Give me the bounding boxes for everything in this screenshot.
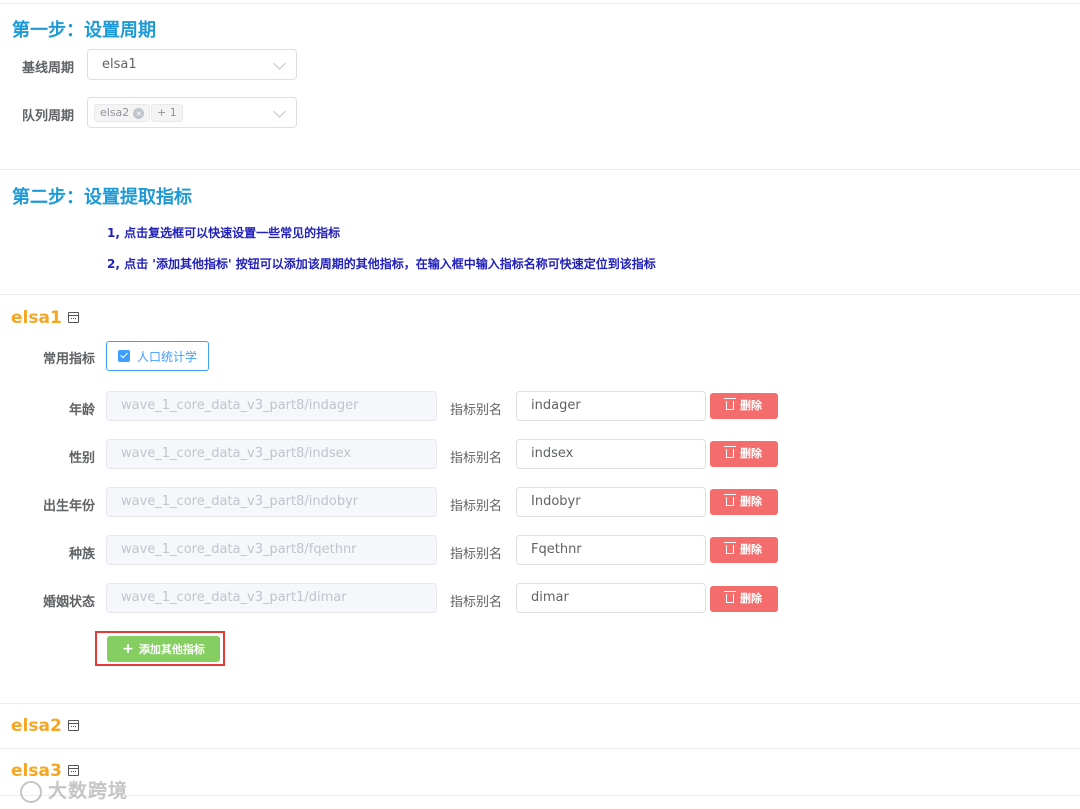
queue-select[interactable]: elsa2 × + 1	[87, 97, 297, 128]
queue-tag: elsa2 ×	[94, 104, 151, 122]
metric-label: 婚姻状态	[42, 595, 95, 610]
delete-button[interactable]: 删除	[710, 489, 778, 515]
demographics-checkbox-label: 人口统计学	[137, 350, 198, 364]
add-metric-button[interactable]: + 添加其他指标	[107, 636, 220, 662]
alias-input[interactable]: Indobyr	[516, 487, 706, 517]
baseline-label: 基线周期	[22, 61, 75, 76]
close-icon[interactable]: ×	[133, 107, 145, 119]
calendar-icon[interactable]	[68, 765, 79, 776]
common-metrics-label: 常用指标	[42, 352, 95, 367]
trash-icon	[724, 591, 736, 603]
alias-input[interactable]: indager	[516, 391, 706, 421]
tip-1: 1, 点击复选框可以快速设置一些常见的指标	[107, 226, 341, 240]
delete-label: 删除	[740, 447, 762, 460]
delete-label: 删除	[740, 399, 762, 412]
alias-label: 指标别名	[450, 499, 503, 514]
metric-label: 种族	[68, 547, 95, 562]
metric-label: 出生年份	[42, 499, 95, 514]
watermark-logo-icon	[20, 780, 42, 803]
period-title-elsa1[interactable]: elsa1	[11, 308, 62, 328]
tip-2: 2, 点击 '添加其他指标' 按钮可以添加该周期的其他指标，在输入框中输入指标名…	[107, 257, 656, 271]
baseline-value: elsa1	[102, 57, 137, 72]
section-divider	[0, 748, 1080, 749]
alias-input[interactable]: Fqethnr	[516, 535, 706, 565]
demographics-checkbox[interactable]: 人口统计学	[106, 341, 209, 371]
section-divider	[0, 294, 1080, 295]
section-divider	[0, 169, 1080, 170]
delete-button[interactable]: 删除	[710, 441, 778, 467]
alias-label: 指标别名	[450, 403, 503, 418]
queue-tag-label: elsa2	[100, 106, 130, 119]
delete-button[interactable]: 删除	[710, 586, 778, 612]
alias-label: 指标别名	[450, 451, 503, 466]
alias-input[interactable]: dimar	[516, 583, 706, 613]
delete-button[interactable]: 删除	[710, 393, 778, 419]
trash-icon	[724, 446, 736, 458]
checkbox-checked-icon	[118, 350, 130, 362]
trash-icon	[724, 398, 736, 410]
calendar-icon[interactable]	[68, 312, 79, 323]
chevron-down-icon	[273, 57, 286, 70]
calendar-icon[interactable]	[68, 720, 79, 731]
top-divider	[0, 3, 1080, 4]
metric-path-input[interactable]: wave_1_core_data_v3_part8/indobyr	[106, 487, 437, 517]
step1-title: 第一步：设置周期	[12, 20, 156, 41]
watermark: 大数跨境	[20, 776, 128, 803]
period-title-elsa2[interactable]: elsa2	[11, 716, 62, 736]
alias-label: 指标别名	[450, 547, 503, 562]
metric-label: 年龄	[68, 403, 95, 418]
watermark-text: 大数跨境	[48, 780, 129, 802]
chevron-down-icon	[273, 105, 286, 118]
section-divider	[0, 703, 1080, 704]
metric-path-input[interactable]: wave_1_core_data_v3_part8/indager	[106, 391, 437, 421]
plus-icon: +	[122, 641, 134, 657]
baseline-select[interactable]: elsa1	[87, 49, 297, 80]
metric-path-input[interactable]: wave_1_core_data_v3_part1/dimar	[106, 583, 437, 613]
queue-label: 队列周期	[22, 109, 75, 124]
metric-path-input[interactable]: wave_1_core_data_v3_part8/fqethnr	[106, 535, 437, 565]
alias-input[interactable]: indsex	[516, 439, 706, 469]
delete-label: 删除	[740, 495, 762, 508]
metric-label: 性别	[68, 451, 95, 466]
add-metric-label: 添加其他指标	[138, 643, 205, 656]
trash-icon	[724, 494, 736, 506]
delete-label: 删除	[740, 543, 762, 556]
metric-path-input[interactable]: wave_1_core_data_v3_part8/indsex	[106, 439, 437, 469]
step2-title: 第二步：设置提取指标	[12, 187, 192, 208]
add-metric-highlight: + 添加其他指标	[95, 631, 225, 666]
delete-button[interactable]: 删除	[710, 537, 778, 563]
queue-more-tag: + 1	[151, 104, 183, 122]
trash-icon	[724, 542, 736, 554]
alias-label: 指标别名	[450, 595, 503, 610]
section-divider	[0, 795, 1080, 796]
delete-label: 删除	[740, 592, 762, 605]
